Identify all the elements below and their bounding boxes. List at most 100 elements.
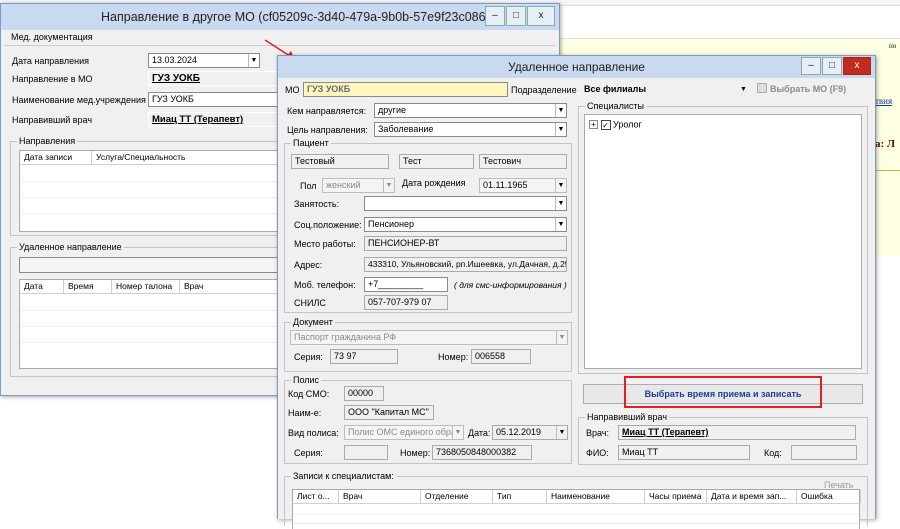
last-name-field[interactable]: Тестовый [291,154,389,169]
doctor-label: Врач: [586,428,610,438]
records-table[interactable]: Лист о... Врач Отделение Тип Наименовани… [292,489,861,529]
maximize-button[interactable]: □ [822,57,842,75]
purpose-select[interactable]: Заболевание ▼ [374,122,567,137]
records-group-title: Записи к специалистам: [291,470,396,482]
policy-number-field[interactable]: 7368050848000382 [432,445,532,460]
chevron-down-icon[interactable]: ▼ [248,54,259,67]
minimize-button[interactable]: – [485,6,505,26]
bg-text-po: по [889,42,897,50]
subdivision-value: Все филиалы [584,84,647,94]
social-select[interactable]: Пенсионер ▼ [364,217,567,232]
col-header[interactable]: Дата [20,280,64,294]
table-row[interactable] [20,310,280,311]
chevron-down-icon[interactable]: ▼ [556,331,567,344]
policy-date-label: Дата: [468,428,491,438]
document-group-title: Документ [291,316,335,328]
series-field[interactable]: 73 97 [330,349,398,364]
maximize-button[interactable]: □ [506,6,526,26]
col-header[interactable]: Врач [339,490,421,504]
table-row[interactable] [20,342,280,343]
middle-name-field[interactable]: Тестович [479,154,567,169]
col-header[interactable]: Отделение [421,490,493,504]
subdivision-select[interactable]: Все филиалы ▼ [580,82,750,97]
sex-select[interactable]: женский ▼ [322,178,395,193]
table-row[interactable] [293,514,859,515]
code-label: Код: [764,448,782,458]
mo-input[interactable]: ГУЗ УОКБ [303,82,508,97]
directions-table[interactable]: Дата записи Услуга/Специальность [19,150,282,232]
phone-value: +7_________ [368,279,424,289]
address-field[interactable]: 433310, Ульяновский, рп.Ишеевка, ул.Дачн… [364,257,567,272]
institution-field[interactable]: ГУЗ УОКБ [148,92,278,107]
expand-icon[interactable]: + [589,120,598,130]
phone-field[interactable]: +7_________ [364,277,448,292]
chevron-down-icon[interactable]: ▼ [383,179,394,192]
code-field[interactable] [791,445,857,460]
ref-doctor-group-title: Направивший врач [585,411,670,423]
bg-link[interactable]: твия [875,96,892,106]
col-header[interactable]: Услуга/Специальность [92,151,282,165]
sent-by-select[interactable]: другие ▼ [374,103,567,118]
col-header[interactable]: Время [64,280,112,294]
table-row[interactable] [20,213,280,214]
close-button[interactable]: x [527,6,555,26]
specialists-group-title: Специалисты [585,100,646,112]
snils-label: СНИЛС [294,298,326,308]
policy-date-field[interactable]: 05.12.2019 ▼ [492,425,568,440]
document-type-select[interactable]: Паспорт гражданина РФ ▼ [290,330,568,345]
chevron-down-icon[interactable]: ▼ [738,83,749,96]
mo-label: Направление в МО [12,74,93,84]
col-header[interactable]: Дата и время зап... [707,490,797,504]
remote-direction-group-title: Удаленное направление [17,241,124,253]
ref-doctor-field[interactable]: Миац ТТ (Терапевт) [148,112,278,127]
table-row[interactable] [20,197,280,198]
checkbox-icon[interactable]: ✓ [600,119,611,130]
col-header[interactable]: Ошибка [797,490,861,504]
specialists-tree[interactable]: + ✓ Уролог [584,114,862,369]
purpose-value: Заболевание [378,124,434,134]
col-header[interactable]: Дата записи [20,151,92,165]
chevron-down-icon[interactable]: ▼ [555,123,566,136]
col-header[interactable]: Наименование [547,490,645,504]
workplace-field[interactable]: ПЕНСИОНЕР-ВТ [364,236,567,251]
remote-direction-field[interactable] [19,257,281,273]
table-row[interactable] [293,523,859,524]
smo-field[interactable]: 00000 [344,386,384,401]
chevron-down-icon[interactable]: ▼ [555,197,566,210]
remote-table[interactable]: Дата Время Номер талона Врач [19,279,282,369]
policy-series-field[interactable] [344,445,388,460]
col-header[interactable]: Тип [493,490,547,504]
patient-group-title: Пациент [291,137,331,149]
highlight-box [624,376,822,408]
remote-direction-window: Удаленное направление – □ x МО ГУЗ УОКБ … [277,55,876,529]
date-input[interactable]: 13.03.2024 ▼ [148,53,260,68]
doctor-field[interactable]: Миац ТТ (Терапевт) [618,425,856,440]
chevron-down-icon[interactable]: ▼ [555,104,566,117]
mo-label: МО [285,85,300,95]
purpose-label: Цель направления: [287,125,368,135]
tree-item-urologist[interactable]: + ✓ Уролог [589,118,642,130]
employment-select[interactable]: ▼ [364,196,567,211]
snils-field[interactable]: 057-707-979 07 [364,295,448,310]
mo-field[interactable]: ГУЗ УОКБ [148,71,278,86]
col-header[interactable]: Номер талона [112,280,180,294]
table-row[interactable] [20,326,280,327]
first-name-field[interactable]: Тест [399,154,474,169]
policy-name-field[interactable]: ООО "Капитал МС" [344,405,434,420]
policy-type-select[interactable]: Полис ОМС единого образ ▼ [344,425,464,440]
minimize-button[interactable]: – [801,57,821,75]
chevron-down-icon[interactable]: ▼ [555,179,566,192]
fio-field[interactable]: Миац ТТ [618,445,750,460]
col-header[interactable]: Часы приема [645,490,707,504]
col-header[interactable]: Врач [180,280,282,294]
table-row[interactable] [20,181,280,182]
birth-date-field[interactable]: 01.11.1965 ▼ [479,178,567,193]
chevron-down-icon[interactable]: ▼ [556,426,567,439]
col-header[interactable]: Лист о... [293,490,339,504]
select-mo-button[interactable]: Выбрать МО (F9) [757,81,867,97]
number-field[interactable]: 006558 [471,349,531,364]
chevron-down-icon[interactable]: ▼ [555,218,566,231]
sex-label: Пол [300,181,317,191]
chevron-down-icon[interactable]: ▼ [452,426,463,439]
close-button[interactable]: x [843,57,871,75]
